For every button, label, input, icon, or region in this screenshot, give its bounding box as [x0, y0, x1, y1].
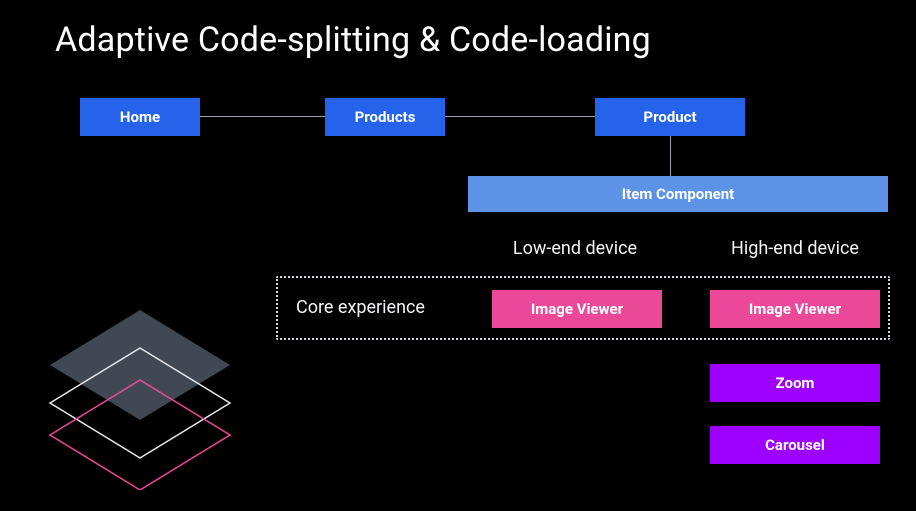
connector-home-products — [200, 116, 325, 117]
label-core-experience: Core experience — [296, 297, 425, 318]
connector-products-product — [445, 116, 595, 117]
node-image-viewer-high: Image Viewer — [710, 290, 880, 328]
node-zoom: Zoom — [710, 364, 880, 402]
node-item-component: Item Component — [468, 176, 888, 212]
page-title: Adaptive Code-splitting & Code-loading — [55, 20, 651, 60]
node-product: Product — [595, 98, 745, 136]
node-products: Products — [325, 98, 445, 136]
header-low-end: Low-end device — [490, 238, 660, 259]
node-carousel: Carousel — [710, 426, 880, 464]
header-high-end: High-end device — [710, 238, 880, 259]
layers-decoration-icon — [30, 310, 250, 490]
node-image-viewer-low: Image Viewer — [492, 290, 662, 328]
node-home: Home — [80, 98, 200, 136]
connector-product-item — [670, 136, 671, 176]
